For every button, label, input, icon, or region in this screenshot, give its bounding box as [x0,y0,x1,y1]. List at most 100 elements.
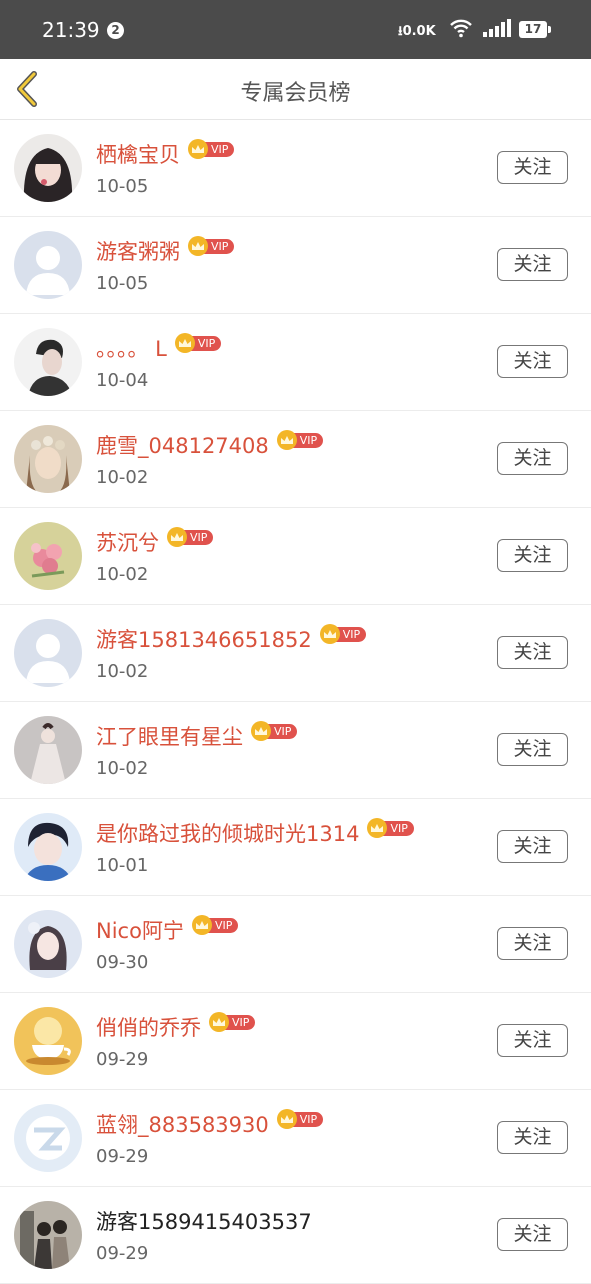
name-line: 鹿雪_048127408 VIP [96,430,324,460]
join-date: 10-02 [96,661,149,682]
name-line: 栖檎宝贝 VIP [96,139,235,169]
member-name[interactable]: 游客粥粥 [96,236,180,266]
follow-button[interactable]: 关注 [497,1218,568,1251]
member-row[interactable]: 。。。。 L VIP 10-04 关注 [0,314,591,411]
avatar[interactable] [14,328,82,396]
name-line: 蓝翎_883583930 VIP [96,1109,324,1139]
crown-icon [276,1109,297,1129]
member-name[interactable]: Nico阿宁 [96,915,184,945]
name-line: 苏沉兮 VIP [96,527,214,557]
page-title: 专属会员榜 [240,81,351,106]
battery-icon: 17 [519,21,551,38]
net-speed-value: 0.0K [402,24,436,39]
join-date: 10-02 [96,564,149,585]
member-row[interactable]: Nico阿宁 VIP 09-30 关注 [0,896,591,993]
follow-button[interactable]: 关注 [497,830,568,863]
avatar[interactable] [14,910,82,978]
follow-button[interactable]: 关注 [497,636,568,669]
name-line: 是你路过我的倾城时光1314 VIP [96,818,414,848]
member-name[interactable]: 蓝翎_883583930 [96,1109,269,1139]
member-name[interactable]: 游客1589415403537 [96,1206,312,1236]
follow-button[interactable]: 关注 [497,1024,568,1057]
avatar[interactable] [14,1104,82,1172]
join-date: 09-29 [96,1146,149,1167]
member-row[interactable]: 游客1589415403537 09-29 关注 [0,1187,591,1284]
join-date: 10-02 [96,758,149,779]
join-date: 10-04 [96,370,149,391]
member-row[interactable]: 苏沉兮 VIP 10-02 关注 [0,508,591,605]
crown-icon [191,915,212,935]
member-name[interactable]: 是你路过我的倾城时光1314 [96,818,359,848]
join-date: 09-29 [96,1243,149,1264]
avatar[interactable] [14,425,82,493]
follow-button[interactable]: 关注 [497,927,568,960]
vip-badge: VIP [188,139,235,159]
member-row[interactable]: 栖檎宝贝 VIP 10-05 关注 [0,120,591,217]
member-name[interactable]: 俏俏的乔乔 [96,1012,201,1042]
vip-badge: VIP [209,1012,256,1032]
follow-button[interactable]: 关注 [497,442,568,475]
name-line: 江了眼里有星尘 VIP [96,721,298,751]
wifi-icon [450,19,472,38]
follow-button[interactable]: 关注 [497,248,568,281]
avatar[interactable] [14,619,82,687]
vip-badge: VIP [191,915,239,935]
avatar[interactable] [14,231,82,299]
member-name[interactable]: 苏沉兮 [96,527,159,557]
crown-icon [209,1012,229,1032]
crown-icon [319,624,340,644]
member-row[interactable]: 游客粥粥 VIP 10-05 关注 [0,217,591,314]
avatar[interactable] [14,134,82,202]
crown-icon [251,721,271,741]
join-date: 10-02 [96,467,149,488]
vip-badge: VIP [188,236,235,256]
vip-badge: VIP [276,1109,324,1129]
join-date: 09-30 [96,952,149,973]
vip-label: VIP [382,820,414,836]
name-line: Nico阿宁 VIP [96,915,239,945]
follow-button[interactable]: 关注 [497,151,568,184]
name-line: 游客1581346651852 VIP [96,624,367,654]
member-row[interactable]: 俏俏的乔乔 VIP 09-29 关注 [0,993,591,1090]
avatar[interactable] [14,813,82,881]
crown-icon [276,430,297,450]
follow-button[interactable]: 关注 [497,345,568,378]
follow-button[interactable]: 关注 [497,539,568,572]
name-line: 俏俏的乔乔 VIP [96,1012,256,1042]
crown-icon [188,139,208,159]
name-line: 。。。。 L VIP [96,333,222,363]
member-name[interactable]: 栖檎宝贝 [96,139,180,169]
avatar[interactable] [14,522,82,590]
member-row[interactable]: 蓝翎_883583930 VIP 09-29 关注 [0,1090,591,1187]
member-name[interactable]: 江了眼里有星尘 [96,721,243,751]
avatar[interactable] [14,1201,82,1269]
member-name[interactable]: 鹿雪_048127408 [96,430,269,460]
member-row[interactable]: 江了眼里有星尘 VIP 10-02 关注 [0,702,591,799]
vip-badge: VIP [251,721,298,741]
member-name[interactable]: 游客1581346651852 [96,624,312,654]
crown-icon [174,333,195,353]
crown-icon [188,236,208,256]
member-row[interactable]: 游客1581346651852 VIP 10-02 关注 [0,605,591,702]
notification-badge: 2 [107,22,124,39]
member-name[interactable]: 。。。。 L [96,333,167,363]
status-time: 21:39 [42,18,100,42]
avatar[interactable] [14,716,82,784]
vip-badge: VIP [319,624,367,644]
member-row[interactable]: 是你路过我的倾城时光1314 VIP 10-01 关注 [0,799,591,896]
name-line: 游客粥粥 VIP [96,236,235,266]
vip-badge: VIP [276,430,324,450]
follow-button[interactable]: 关注 [497,733,568,766]
vip-badge: VIP [167,527,214,547]
member-list: 栖檎宝贝 VIP 10-05 关注 游客粥粥 VIP 10-05 关注。。。。 L VIP 10-… [0,120,591,1284]
top-nav: 专属会员榜 [0,59,591,120]
join-date: 10-01 [96,855,149,876]
avatar[interactable] [14,1007,82,1075]
status-bar: 21:39 2 ⭳0.0K 17 [0,0,591,59]
follow-button[interactable]: 关注 [497,1121,568,1154]
join-date: 10-05 [96,176,149,197]
member-row[interactable]: 鹿雪_048127408 VIP 10-02 关注 [0,411,591,508]
join-date: 09-29 [96,1049,149,1070]
net-speed: ⭳0.0K [398,24,436,39]
name-line: 游客1589415403537 [96,1207,312,1235]
